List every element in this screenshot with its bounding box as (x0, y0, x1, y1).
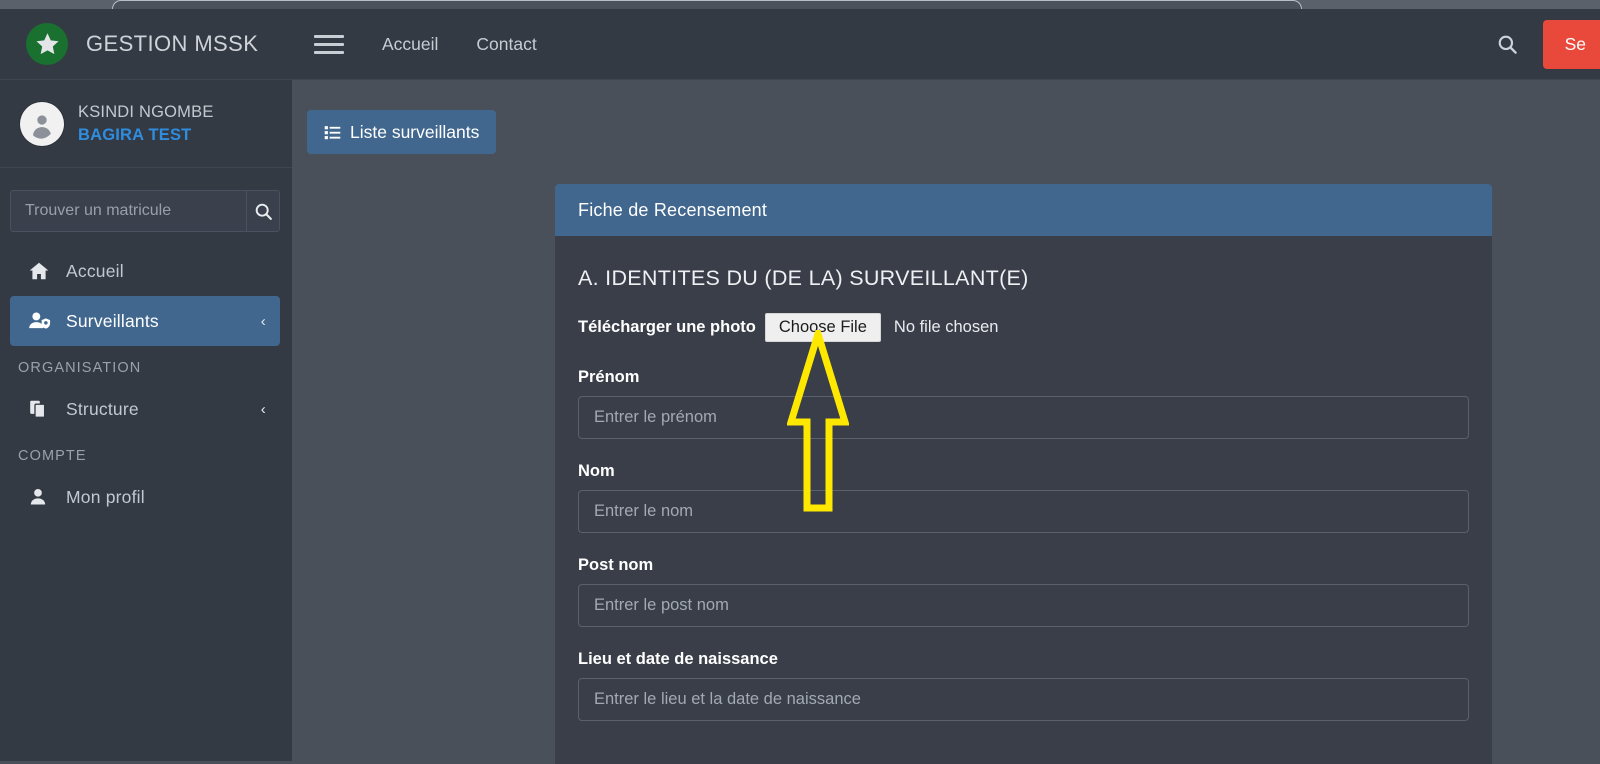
panel-body: A. IDENTITES DU (DE LA) SURVEILLANT(E) T… (555, 236, 1492, 764)
photo-upload-label: Télécharger une photo (578, 318, 756, 336)
hamburger-icon[interactable] (314, 34, 344, 54)
brand-title: GESTION MSSK (86, 31, 259, 56)
sidebar-item-structure[interactable]: Structure ‹ (10, 384, 280, 434)
topnav-link-accueil[interactable]: Accueil (382, 34, 438, 55)
user-text: KSINDI NGOMBE BAGIRA TEST (78, 101, 214, 146)
browser-tab[interactable] (112, 0, 1302, 9)
prenom-input[interactable] (578, 396, 1469, 439)
topnav-link-contact[interactable]: Contact (476, 34, 536, 55)
field-label: Nom (578, 462, 615, 480)
hamburger-bar (314, 50, 344, 54)
main-area: Accueil Contact Se Liste surveillants Fi… (292, 9, 1600, 764)
file-status-text: No file chosen (893, 318, 999, 336)
user-org: BAGIRA TEST (78, 125, 192, 144)
sidebar-item-accueil[interactable]: Accueil (10, 246, 280, 296)
hamburger-bar (314, 42, 344, 46)
nom-input[interactable] (578, 490, 1469, 533)
section-title: A. IDENTITES DU (DE LA) SURVEILLANT(E) (578, 266, 1029, 290)
field-lieu-date-naissance: Lieu et date de naissance (578, 650, 1469, 721)
sidebar-heading-compte: COMPTE (18, 448, 87, 464)
list-icon (324, 125, 341, 139)
post-nom-input[interactable] (578, 584, 1469, 627)
field-label: Prénom (578, 368, 640, 386)
field-post-nom: Post nom (578, 556, 1469, 627)
user-name: KSINDI NGOMBE (78, 103, 214, 122)
field-nom: Nom (578, 462, 1469, 533)
sidebar-item-surveillants[interactable]: Surveillants ‹ (10, 296, 280, 346)
user-icon (28, 486, 56, 508)
hamburger-bar (314, 34, 344, 38)
liste-surveillants-label: Liste surveillants (350, 121, 480, 142)
user-shield-icon (28, 310, 56, 332)
user-avatar-icon (20, 101, 64, 146)
content-area: Liste surveillants Fiche de Recensement … (292, 80, 1600, 764)
browser-chrome-strip (0, 0, 1600, 9)
sidebar-search[interactable] (10, 190, 280, 232)
field-prenom: Prénom (578, 368, 1469, 439)
field-label: Post nom (578, 556, 654, 574)
sidebar-item-label: Mon profil (66, 486, 145, 507)
fiche-recensement-panel: Fiche de Recensement A. IDENTITES DU (DE… (555, 184, 1492, 764)
search-input[interactable] (11, 191, 246, 231)
choose-file-button[interactable]: Choose File (764, 313, 881, 342)
sidebar-nav: Accueil Surveillants ‹ ORGANISATION Stru… (0, 246, 292, 522)
topbar-right: Se (1496, 9, 1600, 79)
user-block[interactable]: KSINDI NGOMBE BAGIRA TEST (0, 80, 292, 168)
sidebar-item-mon-profil[interactable]: Mon profil (10, 472, 280, 522)
brand[interactable]: GESTION MSSK (0, 9, 292, 80)
sidebar-item-label: Accueil (66, 260, 124, 281)
copy-files-icon (28, 398, 56, 420)
liste-surveillants-button[interactable]: Liste surveillants (307, 110, 497, 154)
chevron-left-icon: ‹ (260, 400, 266, 418)
field-label: Lieu et date de naissance (578, 650, 778, 668)
sidebar-heading-organisation: ORGANISATION (18, 360, 142, 376)
search-button[interactable] (246, 191, 279, 231)
search-icon (255, 203, 272, 220)
sidebar: GESTION MSSK KSINDI NGOMBE BAGIRA TEST A… (0, 9, 292, 761)
chevron-left-icon: ‹ (260, 312, 266, 330)
home-icon (28, 260, 56, 282)
topbar: Accueil Contact Se (292, 9, 1600, 80)
photo-upload-row: Télécharger une photo Choose File No fil… (578, 313, 1469, 342)
panel-title: Fiche de Recensement (555, 184, 1492, 236)
sidebar-item-label: Surveillants (66, 310, 159, 331)
star-icon (26, 23, 68, 65)
search-icon[interactable] (1496, 33, 1519, 56)
lieu-date-naissance-input[interactable] (578, 678, 1469, 721)
logout-button[interactable]: Se (1542, 19, 1600, 69)
sidebar-item-label: Structure (66, 398, 139, 419)
